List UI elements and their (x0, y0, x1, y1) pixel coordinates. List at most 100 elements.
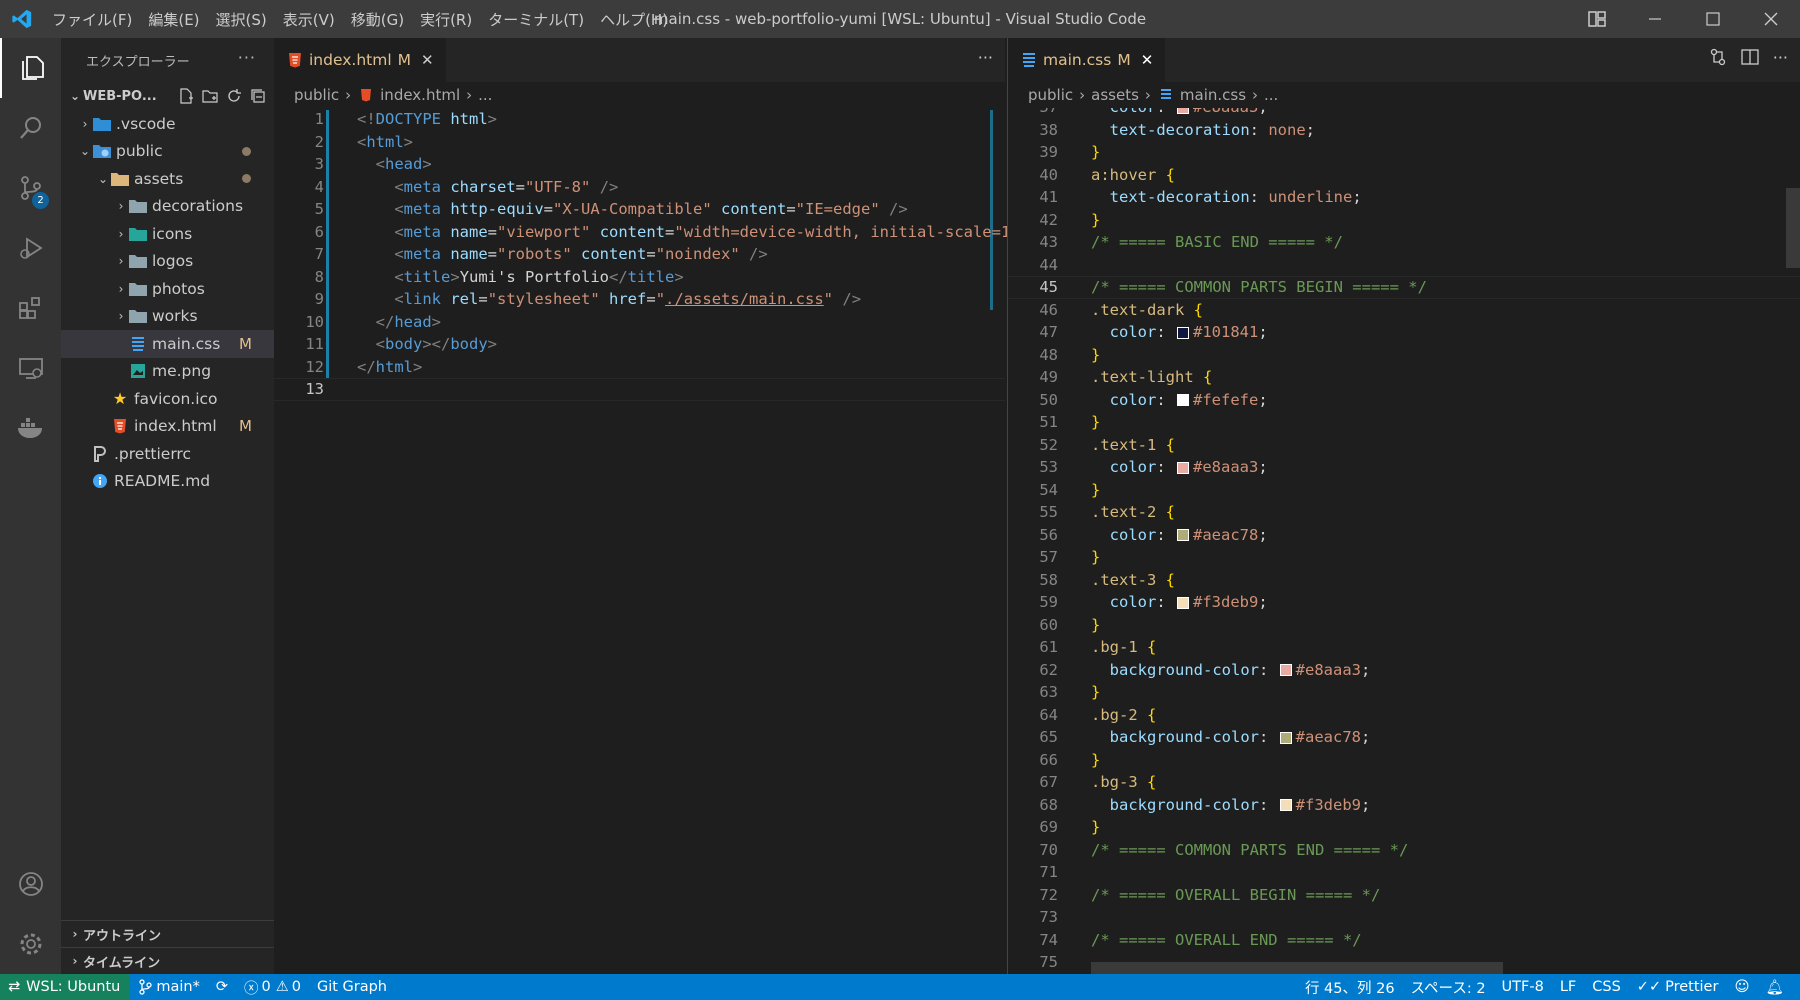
tab-index-html[interactable]: index.html M ✕ (274, 38, 447, 82)
tree-item-readme[interactable]: README.md (61, 468, 274, 496)
close-tab-icon[interactable]: ✕ (421, 51, 434, 69)
breadcrumb-item[interactable]: index.html (380, 86, 460, 104)
branch-indicator[interactable]: main* (130, 979, 207, 995)
code-area-right[interactable]: 37 color: #e8aaa3; 38 text-decoration: n… (1008, 108, 1800, 974)
line-number: 63 (1039, 683, 1058, 702)
open-changes-icon[interactable] (1709, 48, 1727, 66)
settings-gear-icon[interactable] (0, 914, 61, 974)
layout-icon[interactable] (1568, 0, 1626, 38)
color-swatch[interactable] (1177, 596, 1190, 609)
new-folder-icon[interactable] (202, 88, 218, 104)
title-bar: ファイル(F) 編集(E) 選択(S) 表示(V) 移動(G) 実行(R) ター… (0, 0, 1800, 38)
split-editor-icon[interactable] (1741, 48, 1759, 66)
menu-edit[interactable]: 編集(E) (140, 9, 207, 30)
maximize-button[interactable] (1684, 0, 1742, 38)
tab-bar-right: main.css M ✕ ··· (1008, 38, 1800, 82)
error-count: 0 (261, 979, 271, 995)
line-number: 8 (314, 267, 324, 286)
minimize-button[interactable] (1626, 0, 1684, 38)
breadcrumb-right: public › assets › main.css › ... (1008, 82, 1800, 108)
feedback-icon[interactable]: ☺ (1726, 977, 1757, 998)
breadcrumb-item[interactable]: ... (1264, 86, 1278, 104)
breadcrumb-item[interactable]: public (294, 86, 339, 104)
color-swatch[interactable] (1177, 394, 1190, 407)
line-number: 62 (1039, 660, 1058, 679)
line-number: 72 (1039, 885, 1058, 904)
new-file-icon[interactable] (178, 88, 194, 104)
line-number: 71 (1039, 863, 1058, 882)
chevron-right-icon: › (1079, 86, 1086, 104)
timeline-section[interactable]: › タイムライン (61, 947, 274, 974)
tree-item-logos[interactable]: › logos (61, 248, 274, 276)
color-swatch[interactable] (1177, 326, 1190, 339)
tree-item-prettierrc[interactable]: .prettierrc (61, 440, 274, 468)
outline-section[interactable]: › アウトライン (61, 920, 274, 947)
tab-main-css[interactable]: main.css M ✕ (1008, 38, 1167, 82)
color-swatch[interactable] (1177, 461, 1190, 474)
line-number: 39 (1039, 143, 1058, 162)
prettier-status[interactable]: ✓✓ Prettier (1629, 977, 1727, 998)
breadcrumb-item[interactable]: assets (1091, 86, 1139, 104)
tree-item-public[interactable]: ⌄ public (61, 138, 274, 166)
accounts-icon[interactable] (0, 854, 61, 914)
problems-indicator[interactable]: ⓧ 0 ⚠ 0 (236, 977, 309, 998)
code-area-left[interactable]: 1 <!DOCTYPE html> 2 <html> 3 <head> 4 <met… (274, 108, 1010, 974)
menu-go[interactable]: 移動(G) (343, 9, 412, 30)
menu-selection[interactable]: 選択(S) (208, 9, 275, 30)
tree-item-vscode[interactable]: › .vscode (61, 110, 274, 138)
more-actions-icon[interactable]: ··· (238, 48, 256, 67)
tree-item-icons[interactable]: › icons (61, 220, 274, 248)
run-debug-icon[interactable] (0, 218, 61, 278)
menu-view[interactable]: 表示(V) (275, 9, 343, 30)
menu-help[interactable]: ヘルプ(H) (592, 9, 676, 30)
menu-file[interactable]: ファイル(F) (44, 9, 140, 30)
explorer-icon[interactable] (0, 38, 61, 98)
more-actions-icon[interactable]: ··· (1773, 48, 1788, 67)
tree-item-photos[interactable]: › photos (61, 275, 274, 303)
language-mode[interactable]: CSS (1584, 977, 1629, 998)
line-number: 59 (1039, 593, 1058, 612)
cursor-position[interactable]: 行 45、列 26 (1297, 977, 1403, 998)
tree-item-index-html[interactable]: index.html M (61, 413, 274, 441)
menu-run[interactable]: 実行(R) (412, 9, 480, 30)
breadcrumb-item[interactable]: public (1028, 86, 1073, 104)
color-swatch[interactable] (1177, 529, 1190, 542)
menu-terminal[interactable]: ターミナル(T) (480, 9, 592, 30)
search-icon[interactable] (0, 98, 61, 158)
indentation[interactable]: スペース: 2 (1403, 977, 1494, 998)
notifications-bell-icon[interactable]: 🔔︎ (1758, 977, 1792, 998)
workspace-root[interactable]: ⌄ WEB-PO... (61, 82, 274, 110)
color-swatch[interactable] (1279, 799, 1292, 812)
color-swatch[interactable] (1279, 731, 1292, 744)
sync-icon[interactable]: ⟳ (208, 979, 236, 995)
tree-item-me-png[interactable]: me.png (61, 358, 274, 386)
git-graph-button[interactable]: Git Graph (309, 979, 395, 995)
chevron-right-icon: › (82, 116, 88, 131)
breadcrumb-item[interactable]: main.css (1180, 86, 1246, 104)
remote-explorer-icon[interactable] (0, 338, 61, 398)
collapse-all-icon[interactable] (250, 88, 266, 104)
html-icon (357, 86, 375, 104)
encoding[interactable]: UTF-8 (1494, 977, 1552, 998)
tree-item-main-css[interactable]: main.css M (61, 330, 274, 358)
breadcrumb-item[interactable]: ... (478, 86, 492, 104)
extensions-icon[interactable] (0, 278, 61, 338)
remote-indicator[interactable]: ⇄ WSL: Ubuntu (0, 974, 131, 1000)
close-window-button[interactable] (1742, 0, 1800, 38)
tree-item-favicon[interactable]: ★ favicon.ico (61, 385, 274, 413)
more-actions-icon[interactable]: ··· (978, 48, 993, 67)
close-tab-icon[interactable]: ✕ (1141, 51, 1154, 69)
color-swatch[interactable] (1177, 108, 1190, 114)
tree-item-assets[interactable]: ⌄ assets (61, 165, 274, 193)
chevron-right-icon: › (118, 281, 124, 296)
color-swatch[interactable] (1279, 664, 1292, 677)
public-folder-icon (93, 142, 111, 160)
tree-item-decorations[interactable]: › decorations (61, 193, 274, 221)
line-ending[interactable]: LF (1552, 977, 1584, 998)
chevron-right-icon: › (466, 86, 473, 104)
docker-icon[interactable] (0, 398, 61, 458)
refresh-icon[interactable] (226, 88, 242, 104)
source-control-icon[interactable]: 2 (0, 158, 61, 218)
tree-item-works[interactable]: › works (61, 303, 274, 331)
line-number: 66 (1039, 750, 1058, 769)
